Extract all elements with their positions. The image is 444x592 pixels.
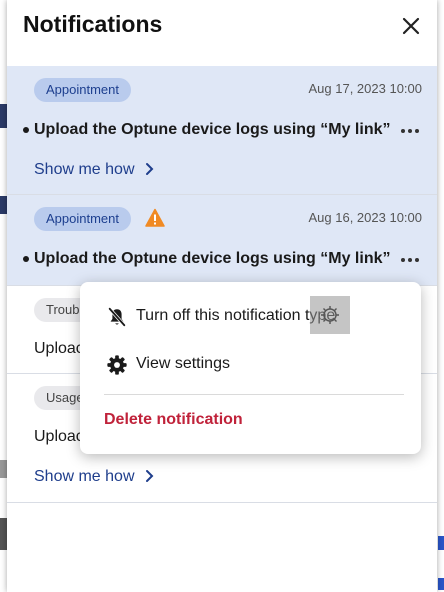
notification-tag: Appointment [34, 78, 131, 102]
view-settings-item[interactable]: View settings [80, 342, 421, 386]
more-dots-icon [408, 129, 412, 133]
background-fragment [438, 536, 444, 550]
show-me-how-link[interactable]: Show me how [34, 161, 155, 179]
menu-divider [104, 394, 404, 395]
chevron-right-icon [145, 163, 153, 175]
pointer-highlight [310, 296, 350, 334]
bell-off-icon [108, 307, 126, 327]
more-dots-icon [408, 258, 412, 262]
notification-tag: Appointment [34, 207, 131, 231]
turn-off-notification-type-label: Turn off this notification type [136, 307, 336, 324]
close-icon [402, 17, 420, 35]
delete-notification-label: Delete notification [104, 411, 243, 428]
notification-item[interactable]: Appointment Aug 16, 2023 10:00 Upload th… [7, 195, 437, 286]
view-settings-label: View settings [136, 355, 230, 372]
more-dots-icon [415, 129, 419, 133]
warning-icon [145, 208, 165, 227]
unread-dot [23, 127, 29, 133]
show-me-how-link[interactable]: Show me how [34, 468, 155, 486]
show-me-how-label: Show me how [34, 468, 135, 485]
more-dots-icon [415, 258, 419, 262]
delete-notification-item[interactable]: Delete notification [80, 398, 421, 442]
panel-header: Notifications [7, 0, 437, 62]
more-dots-icon [401, 129, 405, 133]
chevron-right-icon [145, 470, 153, 482]
more-options-button[interactable] [400, 126, 420, 136]
notification-date: Aug 16, 2023 10:00 [308, 210, 423, 225]
panel-title: Notifications [23, 11, 163, 37]
turn-off-notification-type-item[interactable]: Turn off this notification type [80, 294, 421, 338]
more-options-button[interactable] [400, 255, 420, 265]
gear-icon [321, 306, 339, 324]
notification-message: Upload the Optune device logs using “My … [34, 121, 391, 138]
unread-dot [23, 256, 29, 262]
notification-message: Uploac [34, 428, 84, 445]
notification-item[interactable]: Appointment Aug 17, 2023 10:00 Upload th… [7, 66, 437, 195]
show-me-how-label: Show me how [34, 161, 135, 178]
gear-icon [107, 355, 127, 375]
notification-message: Upload the Optune device logs using “My … [34, 250, 391, 267]
notification-date: Aug 17, 2023 10:00 [308, 81, 423, 96]
background-fragment [438, 578, 444, 590]
more-dots-icon [401, 258, 405, 262]
notification-context-menu: Turn off this notification type View set… [80, 282, 421, 454]
close-button[interactable] [399, 14, 423, 38]
notification-message: Uploac [34, 340, 84, 357]
